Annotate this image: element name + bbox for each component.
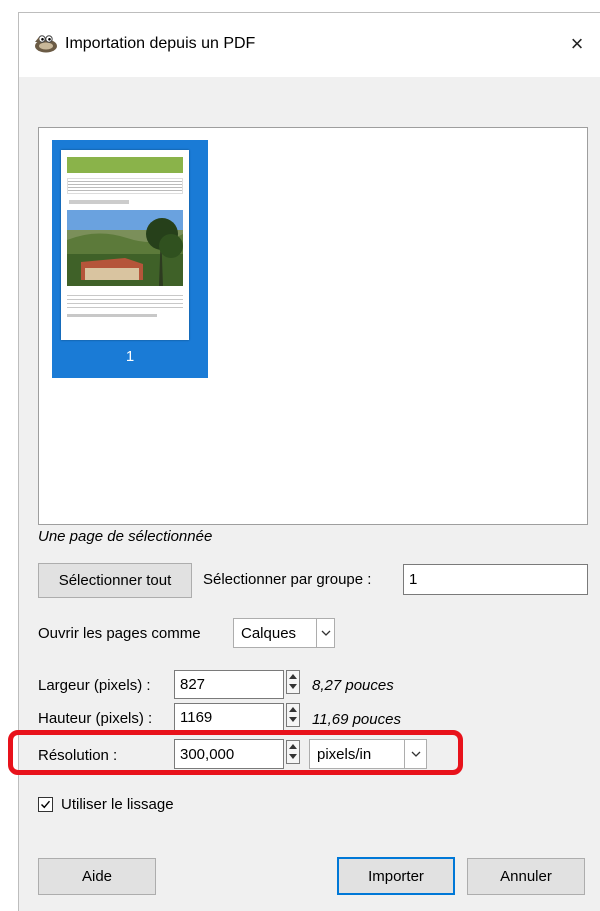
title-bar: Importation depuis un PDF × xyxy=(19,13,600,77)
open-pages-as-dropdown[interactable]: Calques xyxy=(233,618,335,648)
help-button-label: Aide xyxy=(81,868,113,885)
width-inches: 8,27 pouces xyxy=(312,677,394,694)
width-value: 827 xyxy=(180,676,206,693)
height-input[interactable]: 1169 xyxy=(174,703,284,732)
thumbnail-text-lines xyxy=(67,178,183,194)
width-spin-arrows-icon[interactable] xyxy=(286,670,300,694)
gimp-wilber-icon xyxy=(35,35,57,53)
width-input[interactable]: 827 xyxy=(174,670,284,699)
page-preview-area[interactable]: 1 xyxy=(38,127,588,525)
thumbnail-caption xyxy=(69,200,129,204)
height-value: 1169 xyxy=(180,709,213,726)
antialias-checkbox[interactable] xyxy=(38,797,53,812)
resolution-highlight-annotation xyxy=(8,730,463,775)
import-button[interactable]: Importer xyxy=(337,857,455,895)
import-button-label: Importer xyxy=(368,867,424,885)
close-icon[interactable]: × xyxy=(562,29,592,59)
thumbnail-photo xyxy=(67,210,183,286)
cancel-button[interactable]: Annuler xyxy=(467,858,585,895)
checkmark-icon xyxy=(41,800,51,809)
page-number: 1 xyxy=(125,348,135,365)
open-pages-as-label: Ouvrir les pages comme xyxy=(38,625,201,642)
thumbnail-paragraph xyxy=(67,292,183,310)
page-thumbnail-image xyxy=(61,150,189,340)
thumbnail-header-bar xyxy=(67,157,183,173)
height-decrement[interactable] xyxy=(287,715,299,726)
height-spin-arrows-icon[interactable] xyxy=(286,703,300,727)
width-decrement[interactable] xyxy=(287,682,299,693)
select-all-button-label: Sélectionner tout xyxy=(58,572,172,589)
width-increment[interactable] xyxy=(287,671,299,682)
select-by-group-label: Sélectionner par groupe : xyxy=(203,571,372,588)
selection-status: Une page de sélectionnée xyxy=(38,528,213,545)
page-thumbnail-1[interactable]: 1 xyxy=(52,140,208,378)
chevron-down-icon xyxy=(316,619,334,647)
select-all-button[interactable]: Sélectionner tout xyxy=(38,563,192,598)
antialias-label: Utiliser le lissage xyxy=(61,796,174,813)
height-label: Hauteur (pixels) : xyxy=(38,710,153,727)
select-by-group-input[interactable]: 1 xyxy=(403,564,588,595)
thumbnail-footer-line xyxy=(67,314,157,317)
width-label: Largeur (pixels) : xyxy=(38,677,151,694)
height-increment[interactable] xyxy=(287,704,299,715)
help-button[interactable]: Aide xyxy=(38,858,156,895)
cancel-button-label: Annuler xyxy=(500,868,552,885)
open-pages-as-value: Calques xyxy=(241,624,297,642)
height-inches: 11,69 pouces xyxy=(312,711,401,728)
window-title: Importation depuis un PDF xyxy=(65,35,256,52)
select-by-group-value: 1 xyxy=(409,571,418,588)
pdf-import-dialog: Importation depuis un PDF × 1 Une page d… xyxy=(18,12,600,911)
